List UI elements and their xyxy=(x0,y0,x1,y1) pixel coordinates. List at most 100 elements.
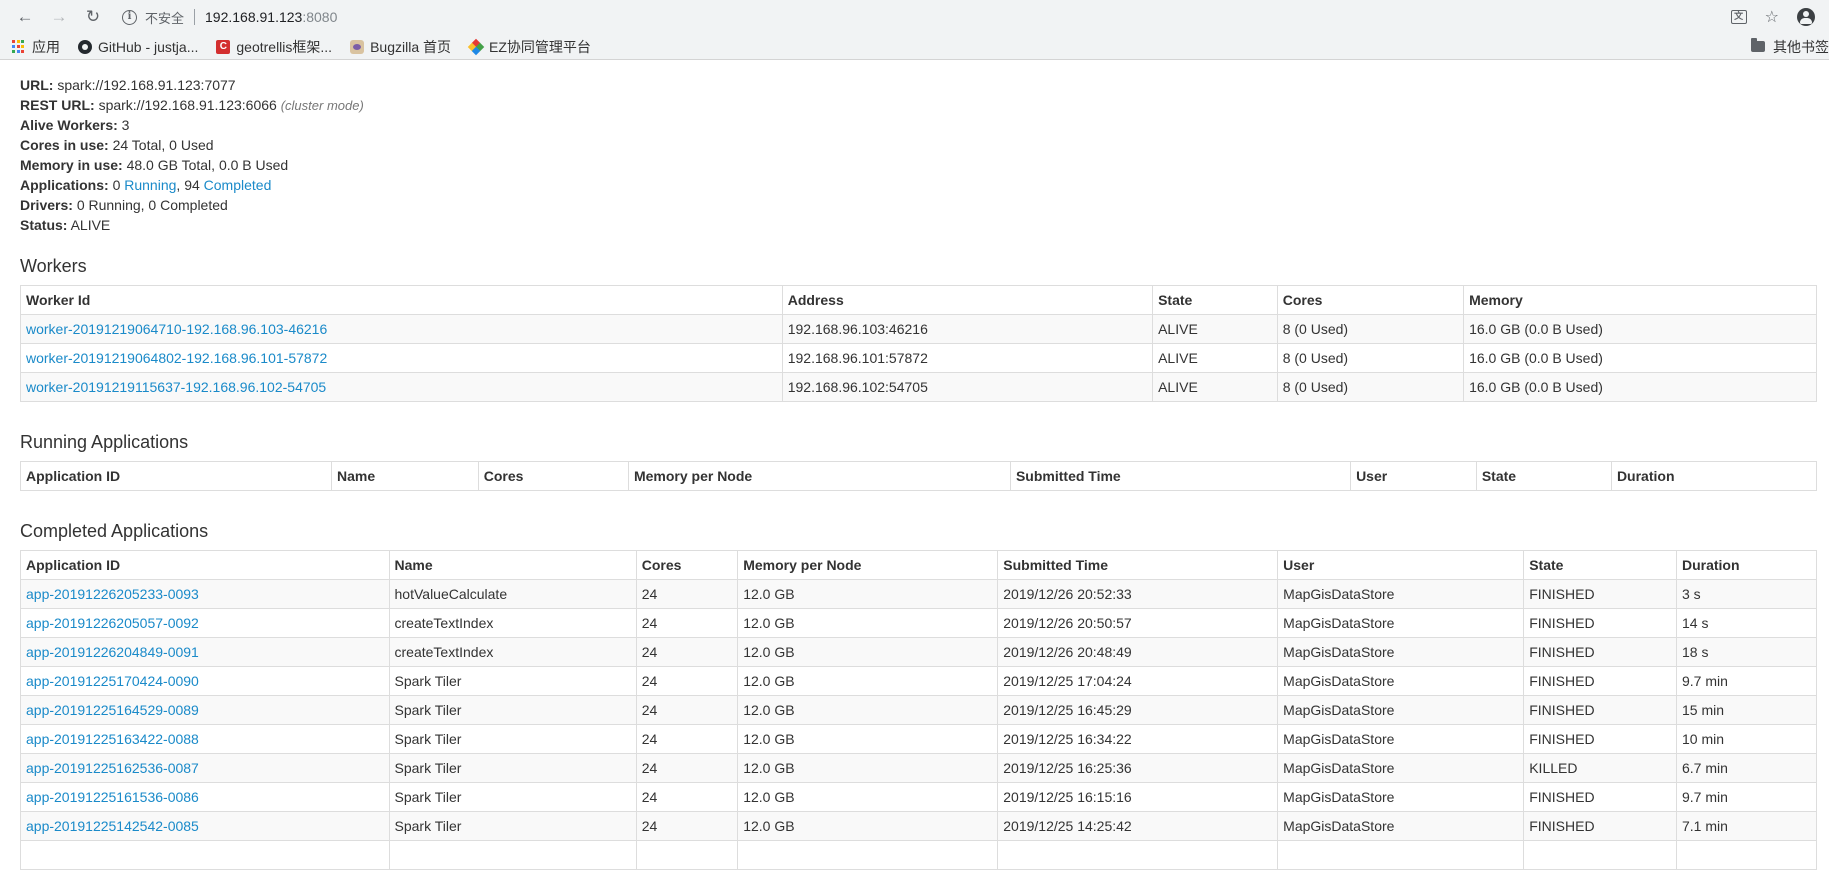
application-id-link[interactable]: app-20191225161536-0086 xyxy=(26,789,199,805)
table-cell: 192.168.96.102:54705 xyxy=(781,372,1153,402)
table-row xyxy=(20,840,1817,870)
translate-icon[interactable]: 文 xyxy=(1730,10,1747,24)
column-header-workers-4[interactable]: Memory xyxy=(1463,285,1817,315)
table-cell: app-20191226204849-0091 xyxy=(20,637,390,667)
bookmark-bugzilla[interactable]: Bugzilla 首页 xyxy=(350,37,451,57)
table-cell: 2019/12/26 20:50:57 xyxy=(997,608,1278,638)
column-header-running-5[interactable]: User xyxy=(1350,461,1477,491)
completed-apps-heading[interactable]: Completed Applications xyxy=(20,519,1809,543)
info-icon[interactable]: i xyxy=(122,9,137,25)
table-cell: 8 (0 Used) xyxy=(1276,314,1464,344)
column-header-running-2[interactable]: Cores xyxy=(477,461,629,491)
summary-memory: Memory in use: 48.0 GB Total, 0.0 B Used xyxy=(20,157,289,173)
table-cell: 12.0 GB xyxy=(737,724,998,754)
table-cell: FINISHED xyxy=(1523,579,1677,609)
table-cell: 16.0 GB (0.0 B Used) xyxy=(1463,372,1817,402)
bookmark-geotrellis[interactable]: C geotrellis框架... xyxy=(216,37,332,57)
table-cell: 7.1 min xyxy=(1675,811,1817,841)
folder-icon xyxy=(1751,38,1765,52)
column-header-running-7[interactable]: Duration xyxy=(1610,461,1817,491)
table-row: app-20191225163422-0088 Spark Tiler 24 12.0… xyxy=(20,724,1817,754)
table-cell: 12.0 GB xyxy=(737,579,998,609)
geotrellis-icon: C xyxy=(216,39,231,54)
reload-icon[interactable]: ↻ xyxy=(80,4,106,30)
worker-id-link[interactable]: worker-20191219064710-192.168.96.103-462… xyxy=(26,321,327,337)
column-header-running-1[interactable]: Name xyxy=(330,461,479,491)
table-cell: worker-20191219064802-192.168.96.101-578… xyxy=(20,343,783,373)
table-header-row: Application ID Name Cores Memory per Node Su… xyxy=(20,461,1817,491)
application-id-link[interactable]: app-20191225164529-0089 xyxy=(26,702,199,718)
column-header-running-4[interactable]: Submitted Time xyxy=(1009,461,1351,491)
bookmark-label: Bugzilla 首页 xyxy=(370,38,451,55)
running-apps-table: Application ID Name Cores Memory per Node Su… xyxy=(20,461,1817,491)
address-bar[interactable]: i 不安全 192.168.91.123:8080 xyxy=(114,3,1731,31)
url-port: :8080 xyxy=(302,9,338,25)
star-icon[interactable]: ☆ xyxy=(1765,7,1779,27)
column-header-running-3[interactable]: Memory per Node xyxy=(627,461,1011,491)
table-cell: 24 xyxy=(635,608,738,638)
column-header-running-0[interactable]: Application ID xyxy=(20,461,332,491)
column-header-workers-3[interactable]: Cores xyxy=(1276,285,1464,315)
workers-heading[interactable]: Workers xyxy=(20,254,1809,278)
table-cell: MapGisDataStore xyxy=(1277,782,1524,812)
worker-id-link[interactable]: worker-20191219064802-192.168.96.101-578… xyxy=(26,350,327,366)
table-cell: MapGisDataStore xyxy=(1277,637,1524,667)
table-row: app-20191225164529-0089 Spark Tiler 24 12.0… xyxy=(20,695,1817,725)
table-cell: 24 xyxy=(635,637,738,667)
table-cell: 9.7 min xyxy=(1675,666,1817,696)
table-cell: Spark Tiler xyxy=(388,724,637,754)
table-cell xyxy=(1675,840,1817,870)
table-cell: 24 xyxy=(635,724,738,754)
column-header-completed-0[interactable]: Application ID xyxy=(20,550,390,580)
table-cell xyxy=(20,840,390,870)
application-id-link[interactable]: app-20191225162536-0087 xyxy=(26,760,199,776)
bookmark-apps[interactable]: 应用 xyxy=(12,37,60,57)
column-header-running-6[interactable]: State xyxy=(1475,461,1612,491)
table-row: app-20191226205233-0093 hotValueCalculate… xyxy=(20,579,1817,609)
running-apps-heading[interactable]: Running Applications xyxy=(20,430,1809,454)
table-cell xyxy=(737,840,998,870)
account-icon[interactable] xyxy=(1797,8,1815,26)
table-cell: KILLED xyxy=(1523,753,1677,783)
column-header-completed-7[interactable]: Duration xyxy=(1675,550,1817,580)
column-header-completed-3[interactable]: Memory per Node xyxy=(737,550,998,580)
table-cell: 12.0 GB xyxy=(737,666,998,696)
forward-arrow-icon[interactable]: → xyxy=(46,4,72,30)
application-id-link[interactable]: app-20191225163422-0088 xyxy=(26,731,199,747)
application-id-link[interactable]: app-20191226205233-0093 xyxy=(26,586,199,602)
table-cell: createTextIndex xyxy=(388,637,637,667)
column-header-workers-2[interactable]: State xyxy=(1152,285,1278,315)
worker-id-link[interactable]: worker-20191219115637-192.168.96.102-547… xyxy=(26,379,326,395)
bookmark-github[interactable]: GitHub - justja... xyxy=(78,39,198,55)
application-id-link[interactable]: app-20191226205057-0092 xyxy=(26,615,199,631)
column-header-completed-1[interactable]: Name xyxy=(388,550,637,580)
table-cell: app-20191225170424-0090 xyxy=(20,666,390,696)
application-id-link[interactable]: app-20191225142542-0085 xyxy=(26,818,199,834)
application-id-link[interactable]: app-20191226204849-0091 xyxy=(26,644,199,660)
table-cell: 2019/12/26 20:52:33 xyxy=(997,579,1278,609)
column-header-workers-0[interactable]: Worker Id xyxy=(20,285,783,315)
summary-applications: Applications: 0 Running, 94 Completed xyxy=(20,177,272,193)
column-header-completed-5[interactable]: User xyxy=(1277,550,1524,580)
column-header-workers-1[interactable]: Address xyxy=(781,285,1153,315)
column-header-completed-2[interactable]: Cores xyxy=(635,550,738,580)
other-bookmarks-label: 其他书签 xyxy=(1773,38,1829,55)
page-content: URL: spark://192.168.91.123:7077 REST UR… xyxy=(0,60,1829,870)
table-cell: app-20191225162536-0087 xyxy=(20,753,390,783)
table-cell: 24 xyxy=(635,753,738,783)
bookmarks-bar: 应用 GitHub - justja... C geotrellis框架... … xyxy=(0,34,1829,59)
summary-alive-workers: Alive Workers: 3 xyxy=(20,117,130,133)
column-header-completed-4[interactable]: Submitted Time xyxy=(997,550,1278,580)
table-cell: FINISHED xyxy=(1523,811,1677,841)
application-id-link[interactable]: app-20191225170424-0090 xyxy=(26,673,199,689)
running-apps-link[interactable]: Running xyxy=(124,177,176,193)
bookmark-ez[interactable]: EZ协同管理平台 xyxy=(467,37,591,57)
table-row: worker-20191219064802-192.168.96.101-578… xyxy=(20,343,1817,373)
completed-apps-link[interactable]: Completed xyxy=(204,177,272,193)
column-header-completed-6[interactable]: State xyxy=(1523,550,1677,580)
other-bookmarks[interactable]: 其他书签 xyxy=(1751,34,1829,59)
back-arrow-icon[interactable]: ← xyxy=(12,4,38,30)
table-cell: 2019/12/25 16:45:29 xyxy=(997,695,1278,725)
table-cell: FINISHED xyxy=(1523,608,1677,638)
apps-grid-icon xyxy=(12,39,26,54)
